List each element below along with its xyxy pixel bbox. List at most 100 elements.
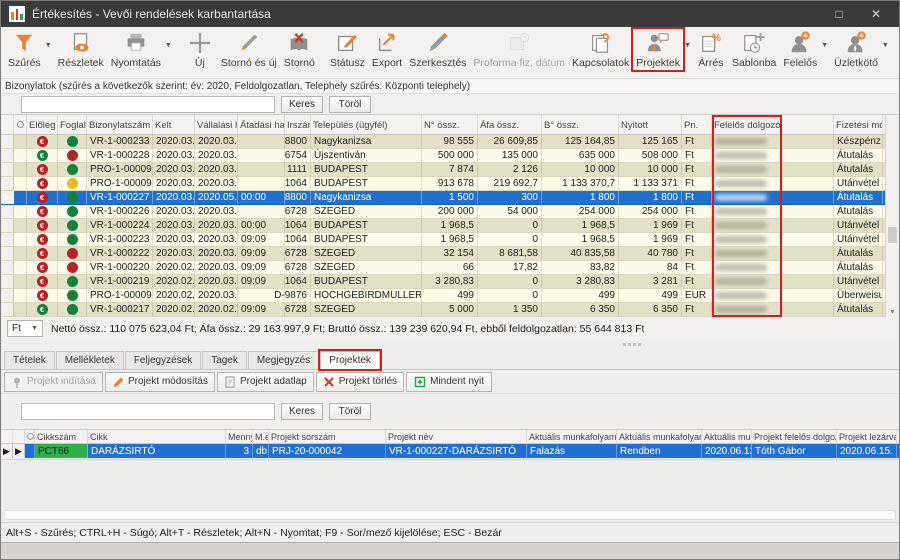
column-header-netto[interactable]: N° össz.: [422, 115, 478, 134]
toolbar-button-body[interactable]: Nyomtatás: [108, 29, 164, 70]
column-header-foglalo[interactable]: Foglalá: [58, 115, 87, 134]
column-header-extra[interactable]: [782, 115, 834, 134]
scrollbar-thumb[interactable]: [888, 227, 897, 243]
toolbar-button-body[interactable]: %Árrés: [694, 29, 728, 70]
column-header-marker[interactable]: [14, 115, 27, 134]
projekt-torles-button[interactable]: Projekt törlés: [316, 372, 404, 392]
projects-search-input[interactable]: [21, 403, 275, 420]
column-header-gutter[interactable]: [1, 115, 14, 134]
toolbar-button-reszletek[interactable]: Részletek: [55, 29, 107, 70]
column-header-bizonylatszam[interactable]: Bizonylatszám: [87, 115, 153, 134]
column-header-marker[interactable]: [25, 430, 35, 443]
splitter[interactable]: [1, 340, 899, 349]
toolbar-button-szerkesztes[interactable]: Szerkesztés: [406, 29, 469, 70]
dropdown-arrow-icon[interactable]: ▼: [165, 42, 172, 49]
toolbar-button-projektek[interactable]: Projektek▼: [633, 29, 693, 70]
column-header-atadasi[interactable]: Átadási határidő: [238, 115, 285, 134]
toolbar-button-statusz[interactable]: Státusz: [327, 29, 368, 70]
column-header-pn[interactable]: Pn.: [682, 115, 712, 134]
toolbar-button-storno[interactable]: Stornó: [281, 29, 318, 70]
toolbar-button-body[interactable]: Szerkesztés: [406, 29, 469, 70]
currency-select[interactable]: Ft ▼: [7, 320, 43, 337]
projekt-adatlap-button[interactable]: Projekt adatlap: [217, 372, 314, 392]
toolbar-button-body[interactable]: Export: [369, 29, 405, 70]
document-row[interactable]: €PRO-1-0000972020.02.262020.03.27D-9876H…: [1, 289, 899, 303]
toolbar-button-body[interactable]: Kapcsolatok: [569, 29, 632, 70]
column-header-gutter1[interactable]: [1, 430, 13, 443]
tab-tagek[interactable]: Tagek: [202, 351, 247, 369]
toolbar-button-body[interactable]: Részletek: [55, 29, 107, 70]
toolbar-button-sablonba[interactable]: Sablonba: [729, 29, 779, 70]
toolbar-button-body[interactable]: Projektek: [633, 29, 683, 70]
toolbar-button-body[interactable]: Státusz: [327, 29, 368, 70]
column-header-felelos[interactable]: Projekt felelős dolgozó: [752, 430, 837, 443]
toolbar-button-body[interactable]: Új: [183, 29, 217, 70]
projects-clear-button[interactable]: Töröl: [329, 403, 371, 420]
column-header-eloleg[interactable]: Előleg s: [27, 115, 58, 134]
toolbar-button-body[interactable]: Stornó és új: [218, 29, 280, 70]
document-row[interactable]: €VR-1-0002202020.02.272020.03.0209:09672…: [1, 261, 899, 275]
toolbar-button-body[interactable]: Sablonba: [729, 29, 779, 70]
toolbar-button-uj[interactable]: Új: [183, 29, 217, 70]
close-button[interactable]: ✕: [861, 1, 891, 27]
toolbar-button-arres[interactable]: %Árrés: [694, 29, 728, 70]
vertical-scrollbar[interactable]: ▼: [885, 115, 899, 317]
tab-projektek[interactable]: Projektek: [320, 351, 380, 369]
tab-feljegyzesek[interactable]: Feljegyzések: [125, 351, 201, 369]
document-row[interactable]: €VR-1-0002242020.03.092020.03.1600:00106…: [1, 219, 899, 233]
dropdown-arrow-icon[interactable]: ▼: [821, 42, 828, 49]
document-row[interactable]: €VR-1-0002192020.02.272020.03.1909:09106…: [1, 275, 899, 289]
column-header-nyitott[interactable]: Nyitott: [619, 115, 682, 134]
document-row[interactable]: €VR-1-0002172020.02.212020.02.2509:09672…: [1, 303, 899, 317]
documents-clear-button[interactable]: Töröl: [329, 96, 371, 113]
documents-search-input[interactable]: [21, 96, 275, 113]
document-row[interactable]: €VR-1-0002262020.03.102020.03.146728SZEG…: [1, 205, 899, 219]
toolbar-button-uzletkoto[interactable]: Üzletkötő▼: [831, 29, 891, 70]
mindent-nyit-button[interactable]: Mindent nyit: [406, 372, 492, 392]
project-row[interactable]: ▶▶PCT66DARÁZSIRTÓ3dbPRJ-20-000042VR-1-00…: [1, 444, 899, 458]
column-header-munka_datum[interactable]: Aktuális munka: [702, 430, 752, 443]
column-header-vallalasi[interactable]: Vállalási hat: [195, 115, 238, 134]
toolbar-button-storno-es-uj[interactable]: Stornó és új: [218, 29, 280, 70]
column-header-afa[interactable]: Áfa össz.: [478, 115, 542, 134]
dropdown-arrow-icon[interactable]: ▼: [45, 42, 52, 49]
tab-tetelek[interactable]: Tételek: [4, 351, 55, 369]
document-row[interactable]: ▶€VR-1-0002272020.03.132020.05.3000:0088…: [1, 191, 899, 205]
toolbar-button-felelos[interactable]: Felelős▼: [780, 29, 830, 70]
toolbar-button-body[interactable]: Felelős: [780, 29, 820, 70]
column-header-kelt[interactable]: Kelt: [153, 115, 195, 134]
column-header-munkafolyamat_allapot[interactable]: Aktuális munkafolyamat :: [617, 430, 702, 443]
document-row[interactable]: €VR-1-0002332020.03.222020.03.268800Nagy…: [1, 135, 899, 149]
toolbar-button-export[interactable]: Export: [369, 29, 405, 70]
column-header-felelos[interactable]: Felelős dolgozó: [712, 115, 782, 134]
documents-search-button[interactable]: Keres: [281, 96, 323, 113]
column-header-fizetesimod[interactable]: Fizetési mód: [834, 115, 883, 134]
column-header-gutter2[interactable]: [13, 430, 25, 443]
dropdown-arrow-icon[interactable]: ▼: [684, 42, 691, 49]
document-row[interactable]: €VR-1-0002232020.03.092020.03.1309:09106…: [1, 233, 899, 247]
column-header-nev[interactable]: Projekt név: [386, 430, 527, 443]
column-header-irszam[interactable]: Irszám: [285, 115, 311, 134]
column-header-munkafolyamat[interactable]: Aktuális munkafolyamat: [527, 430, 617, 443]
projekt-modositas-button[interactable]: Projekt módosítás: [105, 372, 215, 392]
toolbar-button-body[interactable]: Üzletkötő: [831, 29, 881, 70]
toolbar-button-body[interactable]: Stornó: [281, 29, 318, 70]
toolbar-button-nyomtatas[interactable]: Nyomtatás▼: [108, 29, 174, 70]
document-row[interactable]: €VR-1-0002222020.03.022020.03.2609:09672…: [1, 247, 899, 261]
maximize-button[interactable]: □: [824, 1, 854, 27]
column-header-mennyiseg[interactable]: Mennyis: [226, 430, 253, 443]
column-header-me[interactable]: M.e.: [253, 430, 269, 443]
document-row[interactable]: €PRO-1-0000992020.03.132020.03.271111BUD…: [1, 163, 899, 177]
column-header-sorszam[interactable]: Projekt sorszám: [269, 430, 386, 443]
toolbar-button-body[interactable]: Szűrés: [5, 29, 44, 70]
tab-megjegyzes[interactable]: Megjegyzés: [248, 351, 319, 369]
toolbar-button-szures[interactable]: Szűrés▼: [5, 29, 54, 70]
projects-search-button[interactable]: Keres: [281, 403, 323, 420]
column-header-lezarva[interactable]: Projekt lezárva: [837, 430, 897, 443]
tab-mellekletek[interactable]: Mellékletek: [56, 351, 124, 369]
column-header-cikkszam[interactable]: Cikkszám: [35, 430, 88, 443]
document-row[interactable]: €VR-1-0002282020.03.132020.03.216754Újsz…: [1, 149, 899, 163]
dropdown-arrow-icon[interactable]: ▼: [882, 42, 889, 49]
splitter-grip-icon[interactable]: [623, 343, 641, 346]
column-header-cikk[interactable]: Cikk: [88, 430, 226, 443]
